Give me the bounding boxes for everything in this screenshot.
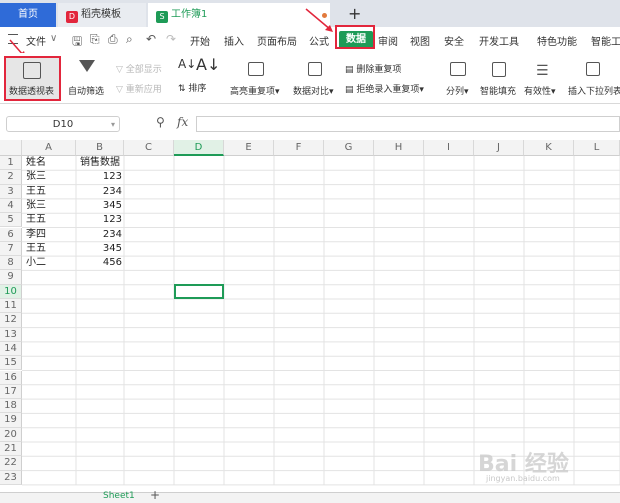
highlight-duplicates-icon (248, 62, 264, 76)
highlight-duplicates-button[interactable]: 高亮重复项▾ (228, 56, 288, 100)
cell-sales[interactable]: 345 (76, 242, 124, 256)
name-box-value: D10 (52, 119, 74, 130)
chevron-down-icon: ▾ (110, 120, 115, 129)
sort-desc-icon[interactable]: A↓ (196, 55, 220, 74)
pivot-highlight (4, 56, 61, 101)
smart-fill-button[interactable]: 智能填充 (478, 56, 522, 100)
filter-icon (79, 60, 95, 72)
filter-icon: ▽ (116, 65, 126, 75)
cell-name[interactable]: 李四 (22, 228, 76, 242)
filter-icon: ▽ (116, 85, 126, 95)
cell-name[interactable]: 王五 (22, 185, 76, 199)
add-sheet-button[interactable]: + (150, 488, 160, 502)
sheet-tab-bar: Sheet1 + (0, 488, 620, 503)
sort-asc-icon[interactable]: A↓ (178, 57, 196, 71)
remove-duplicates-icon: ▤ (345, 65, 357, 75)
insert-dropdown-label: 插入下拉列表 (568, 87, 620, 97)
smart-fill-icon (492, 62, 506, 77)
show-all-label: 全部显示 (125, 65, 162, 75)
formula-input[interactable] (196, 116, 620, 132)
remove-duplicates-label: 删除重复项 (356, 65, 402, 75)
reject-duplicates-icon: ▤ (345, 85, 357, 95)
zoom-search-icon[interactable]: ⚲ (156, 115, 165, 129)
sort-icon: ⇅ (178, 84, 189, 94)
reject-duplicates-label: 拒绝录入重复项 (356, 85, 420, 95)
split-column-button[interactable]: 分列▾ (442, 56, 474, 100)
highlight-duplicates-label: 高亮重复项▾ (230, 87, 280, 97)
split-column-icon (450, 62, 466, 76)
arrow-to-data-tab (305, 8, 332, 31)
cell-sales[interactable]: 123 (76, 213, 124, 227)
cell-sales[interactable]: 234 (76, 228, 124, 242)
cell-name[interactable]: 王五 (22, 242, 76, 256)
auto-filter-label: 自动筛选 (68, 87, 105, 97)
header-cell-sales[interactable]: 销售数据 (76, 156, 124, 170)
cell-name[interactable]: 小二 (22, 256, 76, 270)
cell-sales[interactable]: 345 (76, 199, 124, 213)
name-box[interactable]: D10 ▾ (6, 116, 120, 132)
smart-fill-label: 智能填充 (480, 87, 517, 97)
cell-name[interactable]: 王五 (22, 213, 76, 227)
data-compare-button[interactable]: 数据对比▾ (292, 56, 338, 100)
insert-dropdown-button[interactable]: 插入下拉列表 (566, 56, 620, 100)
reapply-button[interactable]: ▽ 重新应用 (116, 82, 162, 95)
sort-label: 排序 (188, 84, 207, 94)
cell-sales[interactable]: 456 (76, 256, 124, 270)
dropdown-list-icon (586, 62, 600, 76)
spreadsheet-grid: ABCDEFGHIJKL 1 2 3 4 5 6 7 8 9 10 11 12 13 14 15 16 17 18… (0, 140, 620, 492)
validity-button[interactable]: ☰ 有效性▾ (522, 56, 566, 100)
cell-sales[interactable]: 234 (76, 185, 124, 199)
baidu-watermark-url: jingyan.baidu.com (486, 474, 560, 483)
cell-name[interactable]: 张三 (22, 170, 76, 184)
split-column-label: 分列▾ (446, 87, 469, 97)
active-cell-d10[interactable] (174, 283, 224, 299)
validity-icon: ☰ (536, 63, 549, 79)
validity-label: 有效性▾ (524, 87, 556, 97)
fx-icon[interactable]: fx (177, 115, 188, 129)
sort-button[interactable]: ⇅ 排序 (178, 81, 206, 94)
auto-filter-button[interactable]: 自动筛选 (66, 56, 108, 100)
header-cell-name[interactable]: 姓名 (22, 156, 76, 170)
show-all-button[interactable]: ▽ 全部显示 (116, 62, 162, 75)
cell-sales[interactable]: 123 (76, 170, 124, 184)
data-compare-icon (308, 62, 322, 76)
data-compare-label: 数据对比▾ (293, 87, 334, 97)
reject-duplicates-button[interactable]: ▤ 拒绝录入重复项▾ (345, 82, 424, 95)
cell-name[interactable]: 张三 (22, 199, 76, 213)
remove-duplicates-button[interactable]: ▤ 删除重复项 (345, 62, 401, 75)
sheet-tab-sheet1[interactable]: Sheet1 (103, 491, 135, 501)
reapply-label: 重新应用 (125, 85, 162, 95)
